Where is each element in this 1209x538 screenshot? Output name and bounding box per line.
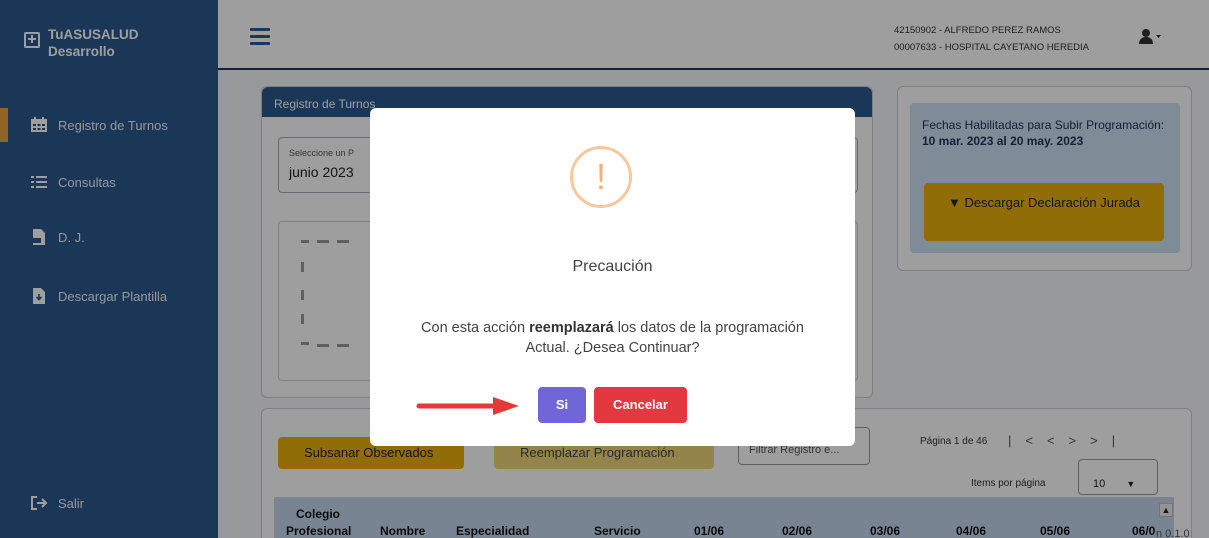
confirm-button[interactable]: Si [538,387,586,423]
dialog-message: Con esta acción reemplazará los datos de… [410,318,815,358]
warning-icon: ! [570,146,632,208]
dialog-message-prefix: Con esta acción [421,320,530,336]
dialog-message-bold: reemplazará [529,320,614,336]
cancel-button[interactable]: Cancelar [594,387,687,423]
annotation-arrow-icon [416,397,519,415]
dialog-title: Precaución [572,258,653,275]
